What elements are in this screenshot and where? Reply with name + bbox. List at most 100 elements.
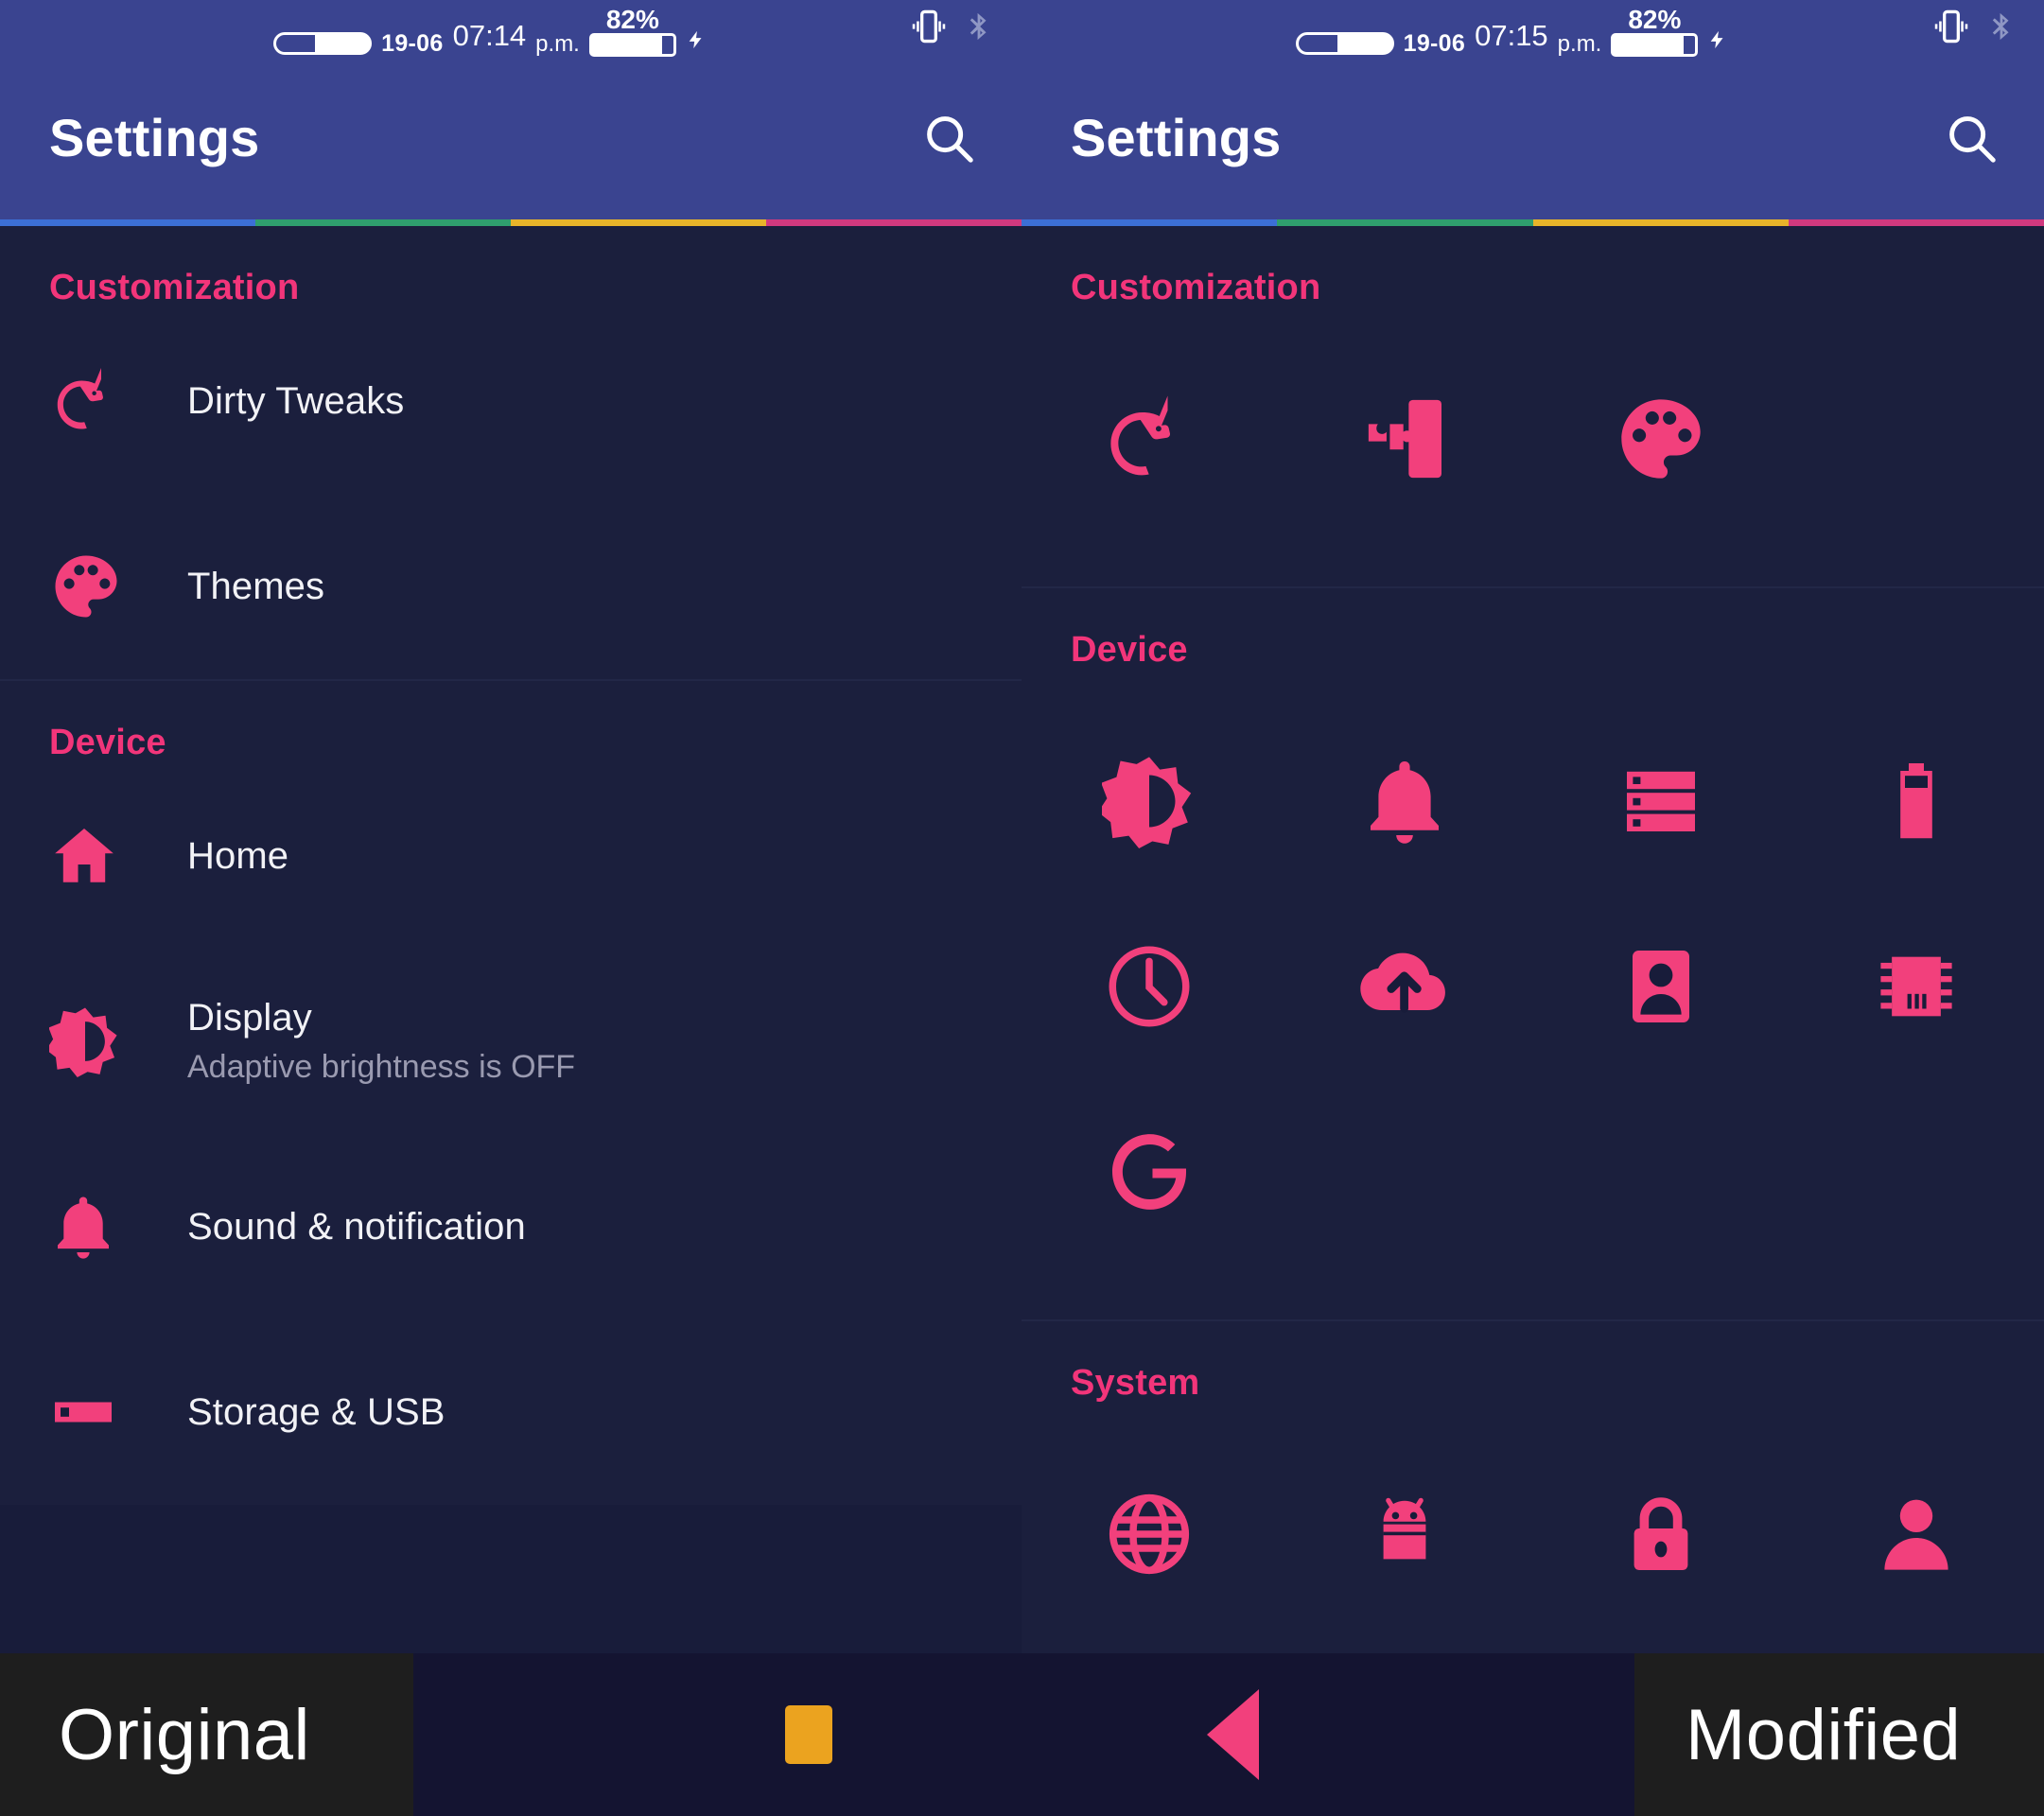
grid-item-dirty-tweaks[interactable] [1022,348,1277,533]
status-time: 07:14 [452,18,527,52]
app-bar-left: Settings [0,66,1022,219]
comparison-screens: 19-06 07:14 p.m. 82% Settings Customizat… [0,0,2044,1816]
palette-icon [1614,392,1708,491]
list-item-label: Sound & notification [187,1205,526,1248]
grid-cell-empty [1277,1081,1532,1266]
android-icon [1359,1489,1450,1584]
list-item-themes[interactable]: Themes [0,494,1022,679]
status-ampm: p.m. [1557,30,1602,57]
modified-label: Modified [1686,1694,1962,1775]
settings-grid-right: Customization Device System [1022,226,2044,1816]
grid-item-datetime[interactable] [1022,896,1277,1081]
app-bar-right: Settings [1022,66,2044,219]
section-title-customization: Customization [1071,268,1321,307]
modified-screenshot-panel: 19-06 07:15 p.m. 82% Settings Customizat… [1022,0,2044,1816]
contact-card-icon [1616,941,1706,1037]
grid-item-accounts[interactable] [1533,896,1789,1081]
grid-item-storage[interactable] [1533,710,1789,896]
list-item-label: Dirty Tweaks [187,379,405,422]
grid-item-display[interactable] [1022,710,1277,896]
section-title-device: Device [49,723,166,762]
bluetooth-icon [970,12,987,41]
search-icon[interactable] [1942,109,2000,167]
status-bar-right: 19-06 07:15 p.m. 82% [1022,0,2044,66]
page-title: Settings [1071,107,1282,167]
brightness-icon [49,1005,136,1077]
storage-list-icon [1616,756,1706,851]
grid-item-hardware[interactable] [1789,896,2044,1081]
battery-percent: 82% [1628,5,1682,35]
list-item-dirty-tweaks[interactable]: Dirty Tweaks [0,308,1022,494]
unicorn-icon [49,363,136,439]
bottom-navigation-bar: Original Modified [0,1653,2044,1816]
list-item-label: Home [187,834,289,877]
page-title: Settings [49,107,260,167]
list-item-sublabel: Adaptive brightness is OFF [187,1049,576,1085]
list-item-sound-notification[interactable]: Sound & notification [0,1134,1022,1319]
cloud-upload-icon [1357,939,1452,1039]
original-label-box: Original [0,1653,413,1816]
back-triangle-button[interactable] [1207,1689,1259,1780]
grid-item-sound[interactable] [1277,710,1532,896]
grid-item-backup[interactable] [1277,896,1532,1081]
palette-icon [49,550,136,623]
vibrate-icon [1934,9,1968,44]
grid-item-security[interactable] [1533,1443,1789,1629]
progress-pill-icon [273,31,373,55]
status-time: 07:15 [1475,18,1548,52]
vibrate-icon [912,9,946,44]
bell-icon [49,1193,136,1261]
original-screenshot-panel: 19-06 07:14 p.m. 82% Settings Customizat… [0,0,1022,1816]
status-date: 19-06 [1403,29,1466,57]
list-item-label: Themes [187,565,325,607]
grid-item-android[interactable] [1277,1443,1532,1629]
grid-cell-empty [1789,1081,2044,1266]
icon-grid-device [1022,671,2044,1319]
unicorn-icon [1100,390,1198,493]
list-item-home[interactable]: Home [0,763,1022,949]
grid-cell-empty [1533,1081,1789,1266]
battery-indicator: 82% [588,7,676,57]
grid-card-device: Device [1022,588,2044,1319]
bluetooth-icon [1992,12,2009,41]
bolt-icon [689,30,702,48]
google-g-icon [1100,1123,1198,1226]
original-label: Original [59,1694,310,1775]
puzzle-icon [1355,390,1454,493]
accent-strip-right [1022,219,2044,226]
grid-item-plugin[interactable] [1277,348,1532,533]
section-title-device: Device [1071,630,1188,670]
bell-icon [1359,756,1450,851]
bolt-icon [1711,30,1723,48]
home-icon [49,821,136,891]
grid-item-battery[interactable] [1789,710,2044,896]
list-item-display[interactable]: Display Adaptive brightness is OFF [0,949,1022,1134]
list-item-storage-usb[interactable]: Storage & USB [0,1319,1022,1505]
user-icon [1871,1489,1962,1584]
section-title-system: System [1071,1363,1200,1403]
globe-icon [1102,1487,1197,1586]
grid-card-system: System [1022,1321,2044,1682]
progress-pill-icon [1295,31,1394,55]
search-icon[interactable] [919,109,978,167]
status-ampm: p.m. [535,30,580,57]
battery-bar-icon [1611,32,1699,57]
recents-square-button[interactable] [785,1705,832,1764]
list-item-label: Display [187,997,312,1039]
chip-icon [1872,942,1961,1036]
battery-icon [1871,756,1962,851]
grid-item-google[interactable] [1022,1081,1277,1266]
grid-item-users[interactable] [1789,1443,2044,1629]
list-item-label: Storage & USB [187,1390,445,1433]
status-bar-left: 19-06 07:14 p.m. 82% [0,0,1022,66]
section-card-customization: Customization Dirty Tweaks Themes [0,226,1022,679]
grid-item-themes[interactable] [1533,348,1789,533]
icon-grid-system [1022,1404,2044,1682]
grid-cell-empty [1789,348,2044,533]
grid-item-language[interactable] [1022,1443,1277,1629]
nav-buttons [785,1689,1259,1780]
lock-icon [1616,1489,1706,1584]
settings-list-left: Customization Dirty Tweaks Themes Device… [0,226,1022,1816]
modified-label-box: Modified [1634,1653,2044,1816]
clock-icon [1102,939,1197,1039]
